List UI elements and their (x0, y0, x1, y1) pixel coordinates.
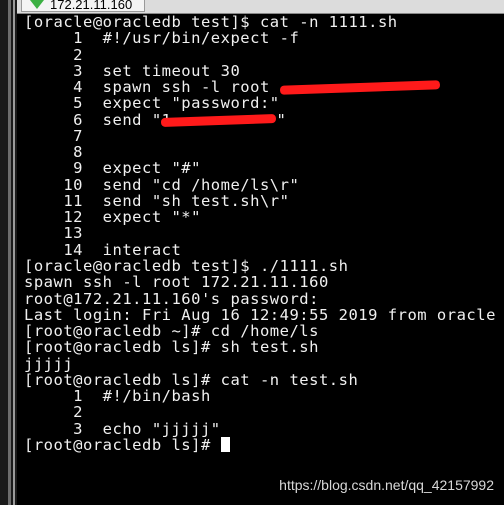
terminal-line: 3 set timeout 30 (24, 63, 496, 79)
terminal-line: 6 send "1 " (24, 110, 496, 129)
terminal-line: 10 send "cd /home/ls\r" (24, 177, 496, 193)
redaction-mark (161, 113, 277, 127)
terminal[interactable]: [oracle@oracledb test]$ cat -n 1111.sh 1… (18, 14, 504, 505)
terminal-line: 9 expect "#" (24, 160, 496, 176)
terminal-output: [oracle@oracledb test]$ cat -n 1111.sh 1… (24, 14, 496, 453)
terminal-line: jjjjj (24, 355, 496, 372)
terminal-line: [root@oracledb ls]# sh test.sh (24, 339, 496, 355)
terminal-line: 1 #!/bin/bash (24, 388, 496, 404)
terminal-line: [oracle@oracledb test]$ ./1111.sh (24, 258, 496, 274)
terminal-line: 7 (24, 128, 496, 144)
terminal-line: 5 expect "password:" (24, 95, 496, 111)
terminal-cursor (220, 436, 230, 452)
terminal-line: 2 (24, 404, 496, 420)
terminal-line: 14 interact (24, 242, 496, 258)
watermark: https://blog.csdn.net/qq_42157992 (279, 477, 494, 493)
session-tab[interactable]: 172.21.11.160 (21, 0, 145, 12)
terminal-line: [root@oracledb ~]# cd /home/ls (24, 323, 496, 339)
terminal-line: 11 send "sh test.sh\r" (24, 193, 496, 209)
terminal-line: Last login: Fri Aug 16 12:49:55 2019 fro… (24, 307, 496, 323)
terminal-line: root@172.21.11.160's password: (24, 290, 496, 307)
terminal-line: [root@oracledb ls]# cat -n test.sh (24, 372, 496, 388)
terminal-line: 1 #!/usr/bin/expect -f (24, 30, 496, 46)
terminal-line: [root@oracledb ls]# (24, 437, 496, 453)
terminal-line: 13 (24, 225, 496, 241)
terminal-line-text: [root@oracledb ls]# (24, 435, 221, 454)
terminal-line: 12 expect "*" (24, 209, 496, 225)
session-tab-bar: 172.21.11.160 (17, 0, 504, 14)
terminal-line: spawn ssh -l root 172.21.11.160 (24, 274, 496, 290)
terminal-line: 3 echo "jjjjj" (24, 421, 496, 437)
session-tab-label: 172.21.11.160 (50, 0, 133, 12)
redaction-mark (279, 80, 440, 95)
terminal-line: [oracle@oracledb test]$ cat -n 1111.sh (24, 14, 496, 30)
terminal-line-text: " (276, 110, 287, 129)
window-left-border (0, 0, 17, 505)
connected-check-icon (30, 0, 44, 9)
terminal-line: 4 spawn ssh -l root (24, 79, 496, 95)
terminal-line: 2 (24, 46, 496, 63)
terminal-line: 8 (24, 144, 496, 160)
